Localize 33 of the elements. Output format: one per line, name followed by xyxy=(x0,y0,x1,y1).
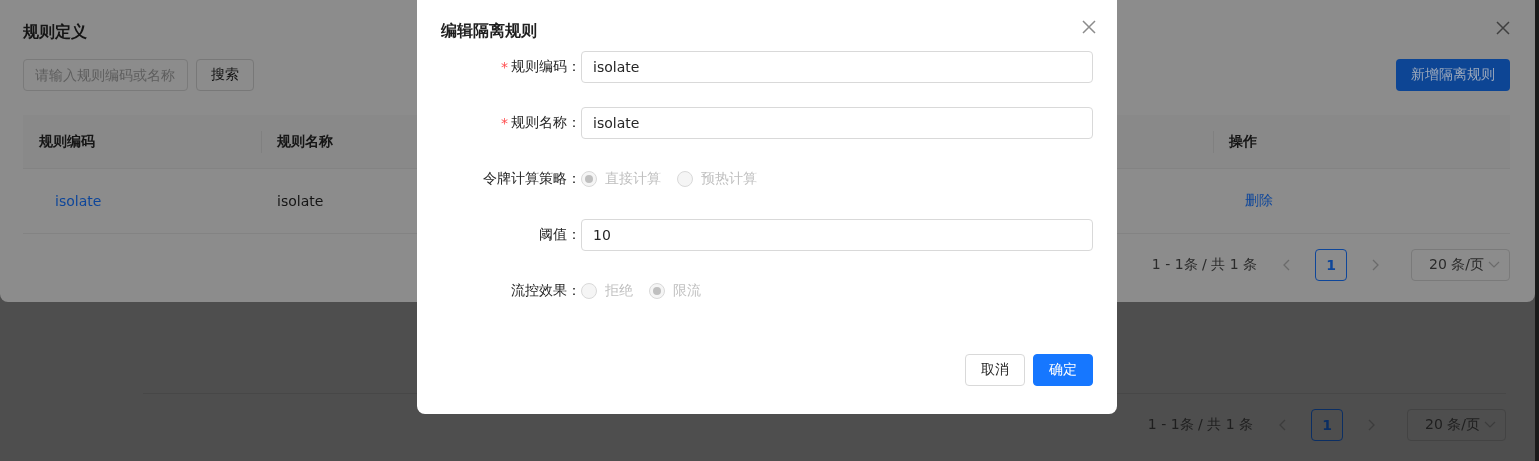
search-button[interactable]: 搜索 xyxy=(196,59,254,91)
field-label: 流控效果： xyxy=(511,282,581,300)
required-mark: * xyxy=(501,115,508,131)
dialog-title: 编辑隔离规则 xyxy=(441,20,537,42)
chevron-left-icon xyxy=(1283,259,1291,271)
close-icon xyxy=(1081,19,1097,35)
close-icon xyxy=(1495,20,1511,36)
column-header: 规则名称 xyxy=(277,132,333,151)
input-field[interactable]: isolate xyxy=(581,107,1093,139)
table-cell: isolate xyxy=(277,193,324,209)
rule-code-link[interactable]: isolate xyxy=(55,193,102,209)
field-label: 规则名称： xyxy=(511,114,581,132)
field-label: 令牌计算策略： xyxy=(483,170,581,188)
pagination-summary: 1 - 1条 / 共 1 条 xyxy=(1151,256,1257,274)
close-button[interactable] xyxy=(1495,20,1511,36)
chevron-down-icon xyxy=(1488,261,1500,269)
page-size-select[interactable]: 20 条/页 xyxy=(1411,249,1510,281)
page-button[interactable]: 1 xyxy=(1315,249,1347,281)
column-header: 规则编码 xyxy=(39,132,95,151)
cancel-button[interactable]: 取消 xyxy=(965,354,1025,386)
drawer-title: 规则定义 xyxy=(23,21,87,43)
chevron-right-icon xyxy=(1371,259,1379,271)
confirm-button[interactable]: 确定 xyxy=(1033,354,1093,386)
field-label: 规则编码： xyxy=(511,58,581,76)
page-button[interactable]: 1 xyxy=(1311,409,1343,441)
required-mark: * xyxy=(501,59,508,75)
field-label: 阈值： xyxy=(539,226,581,244)
column-header: 操作 xyxy=(1229,132,1257,151)
close-button[interactable] xyxy=(1081,19,1097,35)
input-field[interactable]: 10 xyxy=(581,219,1093,251)
add-rule-button[interactable]: 新增隔离规则 xyxy=(1396,59,1510,91)
delete-link[interactable]: 删除 xyxy=(1245,192,1273,210)
input-field[interactable]: isolate xyxy=(581,51,1093,83)
